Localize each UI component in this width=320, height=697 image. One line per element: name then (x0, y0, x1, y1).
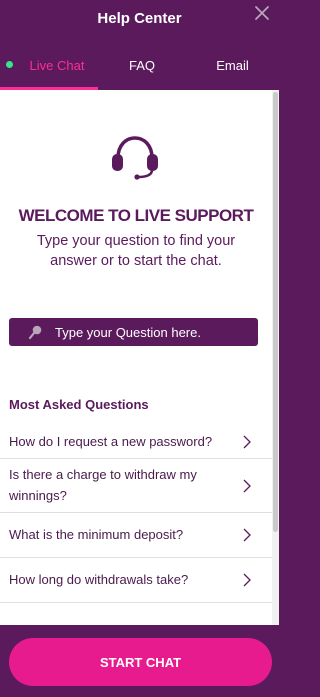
start-chat-button[interactable]: START CHAT (9, 638, 272, 686)
faq-list: How do I request a new password? Is ther… (0, 426, 272, 603)
search-bar (9, 318, 258, 346)
faq-title: Most Asked Questions (9, 397, 149, 412)
tab-faq[interactable]: FAQ (98, 40, 186, 90)
footer: START CHAT (0, 625, 279, 697)
search-input[interactable] (55, 322, 251, 342)
tab-bar: Live Chat FAQ Email (0, 40, 279, 90)
tab-live-chat[interactable]: Live Chat (0, 40, 98, 90)
faq-question: Is there a charge to withdraw my winning… (9, 467, 197, 503)
header: Help Center (0, 0, 279, 40)
search-icon (28, 325, 42, 340)
faq-item[interactable]: How do I request a new password? (0, 426, 272, 459)
chevron-right-icon (243, 435, 251, 449)
tab-email-label: Email (216, 57, 249, 73)
close-button[interactable] (253, 4, 271, 22)
chevron-right-icon (243, 573, 251, 587)
welcome-subtitle: Type your question to find your answer o… (36, 233, 236, 269)
live-chat-panel: WELCOME TO LIVE SUPPORT Type your questi… (0, 90, 272, 625)
tab-live-chat-label: Live Chat (29, 57, 85, 73)
header-title: Help Center (97, 10, 182, 27)
scrollbar-thumb[interactable] (273, 92, 278, 532)
tab-email[interactable]: Email (186, 40, 279, 90)
headset-icon (112, 136, 158, 180)
faq-item[interactable]: What is the minimum deposit? (0, 513, 272, 558)
scrollbar[interactable] (272, 90, 279, 625)
tab-faq-label: FAQ (128, 57, 155, 73)
faq-question: How long do withdrawals take? (9, 572, 189, 587)
online-dot-icon (6, 61, 13, 68)
faq-item[interactable]: Is there a charge to withdraw my winning… (0, 459, 272, 513)
chevron-right-icon (243, 528, 251, 542)
faq-item[interactable]: How long do withdrawals take? (0, 558, 272, 603)
welcome-title: WELCOME TO LIVE SUPPORT (18, 206, 254, 225)
faq-question: How do I request a new password? (9, 434, 213, 449)
close-icon (255, 6, 269, 20)
faq-question: What is the minimum deposit? (9, 527, 184, 542)
chevron-right-icon (243, 479, 251, 492)
